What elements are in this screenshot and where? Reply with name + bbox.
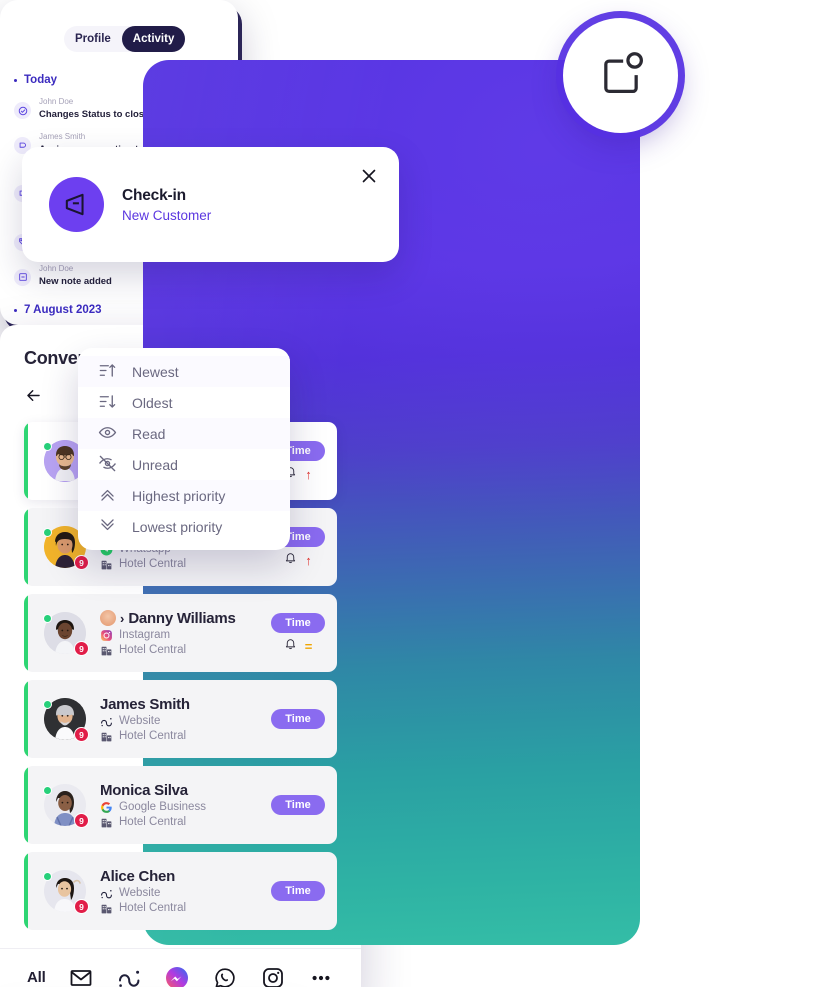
priority-high-icon: ↑ — [305, 552, 312, 568]
time-badge[interactable]: Time — [271, 613, 325, 633]
megaphone-icon — [49, 177, 104, 232]
screenshot-root: 12-02-2023 12:42 Check-in New Customer — [0, 0, 826, 987]
priority-medium-icon: = — [304, 638, 313, 654]
conversation-row[interactable]: 9 Monica Silva Google Business Hotel Cen… — [24, 766, 337, 844]
sort-item-read[interactable]: Read — [78, 418, 290, 449]
google-icon — [100, 801, 113, 814]
sort-item-label: Read — [132, 425, 166, 442]
conversation-channel: Website — [119, 887, 161, 899]
tab-activity[interactable]: Activity — [121, 26, 186, 52]
sort-ascending-icon — [98, 361, 117, 383]
conversation-location: Hotel Central — [119, 816, 187, 828]
conversation-location: Hotel Central — [119, 558, 187, 570]
conversation-row[interactable]: 9 › Danny Williams Instagram Hotel Centr… — [24, 594, 337, 672]
building-icon — [100, 902, 113, 915]
website-icon[interactable] — [117, 965, 142, 987]
unread-count-badge: 9 — [74, 641, 89, 656]
bell-icon[interactable] — [284, 551, 297, 569]
time-badge[interactable]: Time — [271, 709, 325, 729]
online-status-dot — [43, 528, 52, 537]
sort-item-newest[interactable]: Newest — [78, 356, 290, 387]
unread-count-badge: 9 — [74, 555, 89, 570]
checkin-title: Check-in — [122, 186, 186, 204]
avatar: 9 — [43, 698, 89, 742]
eye-icon — [98, 423, 117, 445]
notification-square-icon — [595, 47, 647, 104]
online-status-dot — [43, 786, 52, 795]
conversation-name: Danny Williams — [128, 609, 236, 627]
check-circle-icon — [14, 102, 31, 119]
conversation-row[interactable]: 9 James Smith Website Hotel Central Time — [24, 680, 337, 758]
assignee-avatar — [100, 610, 116, 626]
online-status-dot — [43, 442, 52, 451]
website-icon — [100, 715, 113, 728]
conversation-name: James Smith — [100, 695, 190, 713]
checkin-card: Check-in New Customer — [22, 147, 399, 262]
chevron-double-down-icon — [98, 516, 117, 538]
sort-item-label: Newest — [132, 363, 179, 380]
unread-count-badge: 9 — [74, 727, 89, 742]
conversation-name: Monica Silva — [100, 781, 188, 799]
online-status-dot — [43, 872, 52, 881]
conversation-name: Alice Chen — [100, 867, 176, 885]
sort-item-oldest[interactable]: Oldest — [78, 387, 290, 418]
conversation-channel: Instagram — [119, 629, 171, 641]
unread-count-badge: 9 — [74, 899, 89, 914]
profile-activity-segmented-control[interactable]: Profile Activity — [64, 26, 186, 52]
conversation-location: Hotel Central — [119, 902, 187, 914]
building-icon — [100, 730, 113, 743]
priority-high-icon: ↑ — [305, 466, 312, 482]
conversation-location: Hotel Central — [119, 644, 187, 656]
note-icon — [14, 268, 31, 286]
tab-all[interactable]: All — [27, 969, 46, 986]
tab-profile[interactable]: Profile — [64, 26, 122, 52]
chevron-right-icon: › — [120, 610, 125, 626]
more-icon[interactable] — [309, 965, 334, 987]
whatsapp-icon[interactable] — [213, 965, 238, 987]
sort-item-label: Highest priority — [132, 487, 226, 504]
avatar: 9 — [43, 784, 89, 828]
time-badge[interactable]: Time — [271, 795, 325, 815]
eye-off-icon — [98, 454, 117, 476]
close-icon[interactable] — [358, 165, 380, 187]
instagram-icon[interactable] — [261, 965, 286, 987]
sort-item-unread[interactable]: Unread — [78, 449, 290, 480]
tab-all-label: All — [27, 969, 46, 986]
sort-item-highest-priority[interactable]: Highest priority — [78, 480, 290, 511]
conversation-channel: Website — [119, 715, 161, 727]
chevron-double-up-icon — [98, 485, 117, 507]
sort-item-label: Oldest — [132, 394, 173, 411]
avatar: 9 — [43, 612, 89, 656]
online-status-dot — [43, 614, 52, 623]
time-badge[interactable]: Time — [271, 881, 325, 901]
online-status-dot — [43, 700, 52, 709]
bell-icon[interactable] — [284, 637, 297, 655]
instagram-icon — [100, 629, 113, 642]
building-icon — [100, 644, 113, 657]
website-icon — [100, 887, 113, 900]
sort-item-label: Lowest priority — [132, 518, 223, 535]
unread-count-badge: 9 — [74, 813, 89, 828]
checkin-subtitle: New Customer — [122, 207, 212, 223]
avatar: 9 — [43, 870, 89, 914]
building-icon — [100, 558, 113, 571]
messenger-icon[interactable] — [165, 965, 190, 987]
sort-filter-menu[interactable]: Newest Oldest Read Unread Highest priori… — [78, 348, 290, 550]
sort-item-label: Unread — [132, 456, 178, 473]
conversation-location: Hotel Central — [119, 730, 187, 742]
sort-descending-icon — [98, 392, 117, 414]
conversation-row[interactable]: 9 Alice Chen Website Hotel Central Time — [24, 852, 337, 930]
arrow-left-icon[interactable] — [24, 386, 43, 410]
email-icon[interactable] — [69, 965, 94, 987]
sort-item-lowest-priority[interactable]: Lowest priority — [78, 511, 290, 542]
notification-badge-bubble[interactable] — [563, 18, 678, 133]
channel-filter-tabs[interactable]: All — [0, 948, 361, 987]
building-icon — [100, 816, 113, 829]
conversation-channel: Google Business — [119, 801, 206, 813]
